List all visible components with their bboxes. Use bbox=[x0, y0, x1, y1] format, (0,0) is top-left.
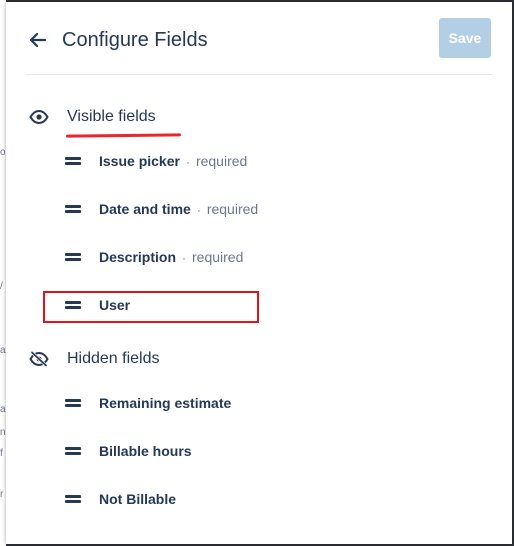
separator-dot: · bbox=[196, 203, 201, 217]
background-glyph: n bbox=[0, 427, 6, 438]
drag-handle-icon[interactable] bbox=[65, 446, 81, 456]
field-name: Not Billable bbox=[99, 491, 177, 507]
drag-handle-icon[interactable] bbox=[65, 252, 81, 262]
configure-fields-dialog: Configure Fields Save Visible fields Iss… bbox=[6, 2, 512, 544]
field-name: Description bbox=[99, 249, 177, 265]
background-glyph: r bbox=[0, 489, 4, 500]
dialog-header: Configure Fields Save bbox=[6, 2, 512, 74]
field-name: Remaining estimate bbox=[99, 395, 232, 411]
required-label: required bbox=[192, 249, 244, 265]
background-glyph: / bbox=[0, 281, 3, 292]
field-row-billable-hours[interactable]: Billable hours bbox=[62, 439, 462, 463]
field-name: User bbox=[99, 297, 131, 313]
save-button[interactable]: Save bbox=[439, 18, 491, 58]
field-name: Date and time bbox=[99, 201, 191, 217]
eye-icon bbox=[29, 109, 49, 125]
separator-dot: · bbox=[182, 251, 187, 265]
field-name: Issue picker bbox=[99, 153, 180, 169]
drag-handle-icon[interactable] bbox=[65, 300, 81, 310]
required-label: required bbox=[206, 201, 259, 217]
drag-handle-icon[interactable] bbox=[65, 494, 81, 504]
header-divider bbox=[26, 74, 492, 75]
hidden-fields-header: Hidden fields bbox=[26, 347, 326, 371]
eye-slash-icon bbox=[29, 351, 49, 367]
background-glyph: f bbox=[0, 448, 3, 459]
field-row-user[interactable]: User bbox=[62, 293, 462, 317]
field-name: Billable hours bbox=[99, 443, 192, 459]
background-glyph: o bbox=[0, 147, 6, 158]
field-row-remaining-estimate[interactable]: Remaining estimate bbox=[62, 391, 462, 415]
background-glyph: a bbox=[0, 345, 6, 356]
field-row-date-and-time[interactable]: Date and time · required bbox=[62, 197, 462, 221]
field-row-not-billable[interactable]: Not Billable bbox=[62, 487, 462, 511]
background-glyph: a bbox=[0, 404, 6, 415]
required-label: required bbox=[195, 153, 248, 169]
visible-fields-label: Visible fields bbox=[67, 108, 156, 125]
visible-fields-header: Visible fields bbox=[26, 105, 326, 129]
arrow-left-icon bbox=[30, 33, 46, 47]
drag-handle-icon[interactable] bbox=[65, 204, 81, 214]
drag-handle-icon[interactable] bbox=[65, 156, 81, 166]
separator-dot: · bbox=[185, 155, 190, 169]
red-underline-annotation bbox=[65, 133, 182, 138]
hidden-fields-label: Hidden fields bbox=[67, 350, 160, 367]
field-row-description[interactable]: Description · required bbox=[62, 245, 462, 269]
back-button[interactable] bbox=[28, 30, 48, 50]
page-title: Configure Fields bbox=[62, 29, 208, 51]
field-row-issue-picker[interactable]: Issue picker · required bbox=[62, 149, 462, 173]
drag-handle-icon[interactable] bbox=[65, 398, 81, 408]
